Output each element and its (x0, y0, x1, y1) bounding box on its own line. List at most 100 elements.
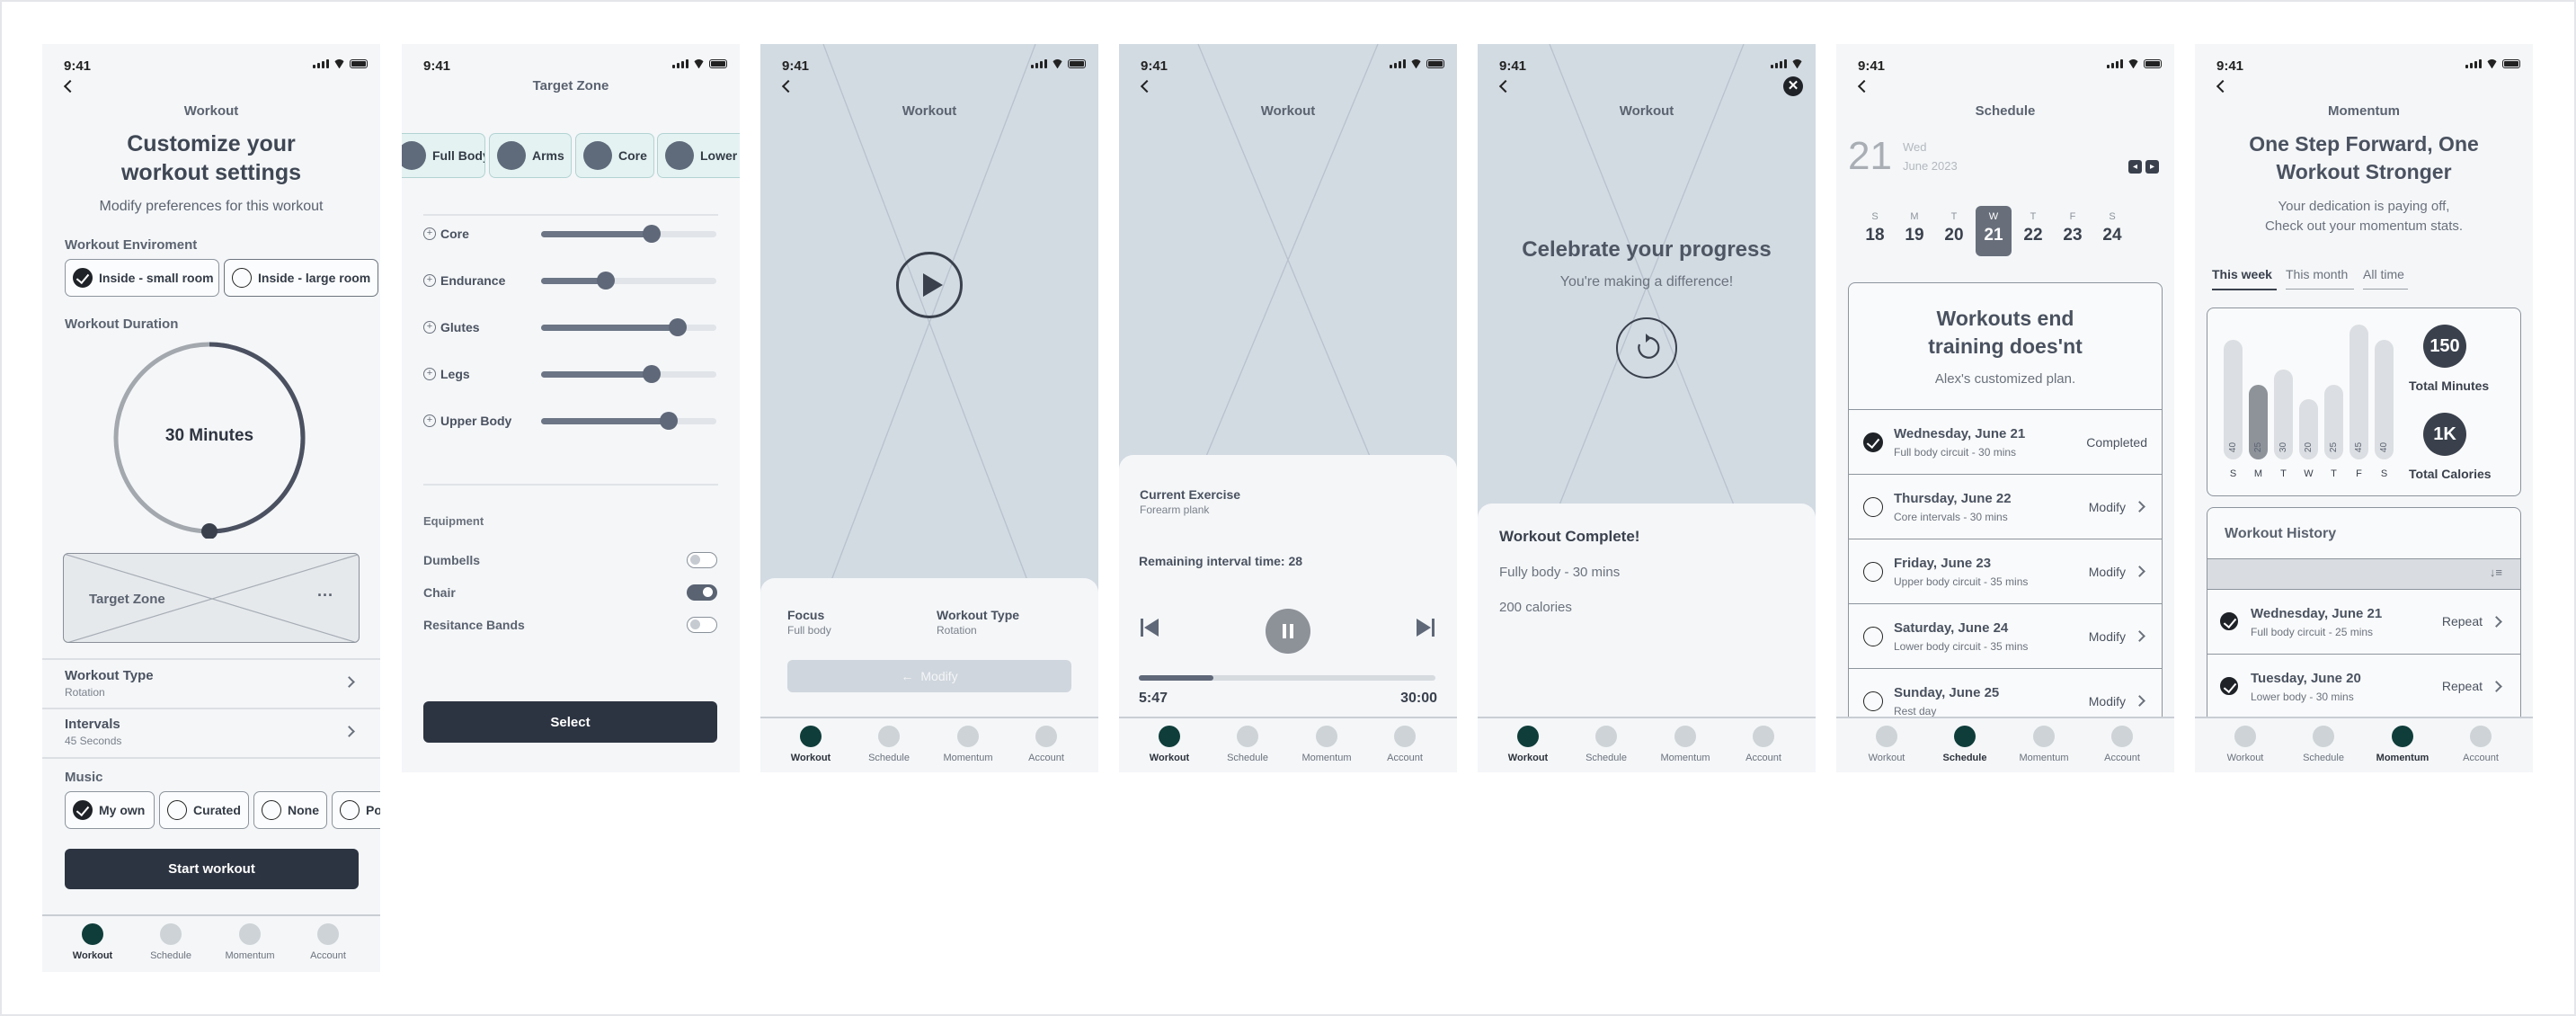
toggle-resitance-bands[interactable] (687, 617, 717, 633)
back-icon[interactable] (63, 79, 77, 94)
env-option-small-room[interactable]: Inside - small room (65, 259, 219, 297)
back-icon[interactable] (2216, 79, 2230, 94)
schedule-item-action[interactable]: Modify (2089, 629, 2126, 644)
week-day-24[interactable]: S 24 (2094, 206, 2130, 256)
music-option-curated[interactable]: Curated (159, 791, 249, 829)
schedule-item-action[interactable]: Modify (2089, 500, 2126, 514)
tab-this-month[interactable]: This month (2286, 267, 2354, 290)
week-day-23[interactable]: F 23 (2055, 206, 2091, 256)
pause-button[interactable] (1266, 609, 1310, 654)
tab-momentum[interactable]: Momentum (1291, 726, 1363, 763)
celebrate-title: Celebrate your progress (1522, 237, 1772, 262)
slider-knob[interactable] (597, 272, 616, 290)
tab-momentum[interactable]: Momentum (1649, 726, 1721, 763)
tab-schedule[interactable]: Schedule (1929, 726, 2001, 763)
tab-account[interactable]: Account (2445, 726, 2517, 763)
tab-schedule[interactable]: Schedule (2287, 726, 2359, 763)
tab-all-time[interactable]: All time (2363, 267, 2408, 290)
slider-core[interactable] (541, 225, 716, 243)
play-button[interactable] (896, 252, 963, 318)
tab-workout[interactable]: Workout (1492, 726, 1564, 763)
zone-chip-full-body[interactable]: Full Body (402, 133, 485, 178)
week-day-21[interactable]: W 21 (1976, 206, 2012, 256)
slider-knob[interactable] (660, 412, 679, 430)
music-option-none[interactable]: None (253, 791, 327, 829)
plus-icon[interactable]: + (423, 321, 436, 334)
progress-bar[interactable] (1139, 675, 1435, 681)
schedule-item[interactable]: Wednesday, June 21 Full body circuit - 30… (1849, 409, 2162, 474)
tab-workout[interactable]: Workout (775, 726, 847, 763)
arrow-left-icon: ← (901, 669, 914, 683)
target-zone-card[interactable]: Target Zone ··· (63, 553, 360, 643)
skip-back-icon[interactable] (1139, 617, 1160, 638)
bottom-nav: Workout Schedule Momentum Account (2195, 717, 2533, 772)
toggle-chair[interactable] (687, 584, 717, 601)
history-item[interactable]: Wednesday, June 21 Full body circuit - 25… (2207, 589, 2520, 654)
schedule-item[interactable]: Saturday, June 24 Lower body circuit - 35… (1849, 603, 2162, 668)
tab-workout[interactable]: Workout (2209, 726, 2281, 763)
repeat-button[interactable]: Repeat (2442, 614, 2483, 628)
close-icon[interactable]: ✕ (1783, 76, 1803, 96)
repeat-button[interactable]: Repeat (2442, 679, 2483, 693)
tab-this-week[interactable]: This week (2212, 267, 2277, 290)
tab-schedule[interactable]: Schedule (1212, 726, 1284, 763)
tab-account[interactable]: Account (2086, 726, 2158, 763)
week-day-20[interactable]: T 20 (1936, 206, 1972, 256)
tab-account[interactable]: Account (1010, 726, 1082, 763)
slider-knob[interactable] (669, 318, 688, 336)
intervals-row[interactable]: Intervals 45 Seconds (42, 709, 380, 757)
sort-icon[interactable]: ↓≡ (2490, 566, 2502, 579)
zone-chip-lower-body[interactable]: Lower b (657, 133, 740, 178)
tab-momentum[interactable]: Momentum (214, 923, 286, 961)
tab-workout[interactable]: Workout (1133, 726, 1205, 763)
slider-knob[interactable] (642, 225, 661, 243)
history-item[interactable]: Tuesday, June 20 Lower body - 30 mins Repe… (2207, 654, 2520, 718)
prev-week-icon[interactable]: ◂ (2128, 160, 2142, 174)
tab-workout[interactable]: Workout (1851, 726, 1923, 763)
start-workout-button[interactable]: Start workout (65, 849, 359, 889)
workout-type-row[interactable]: Workout Type Rotation (42, 660, 380, 708)
week-day-19[interactable]: M 19 (1896, 206, 1932, 256)
tab-account[interactable]: Account (292, 923, 364, 961)
music-option-my-own[interactable]: My own (65, 791, 155, 829)
toggle-dumbells[interactable] (687, 552, 717, 568)
tab-schedule[interactable]: Schedule (1570, 726, 1642, 763)
plus-icon[interactable]: + (423, 274, 436, 287)
tab-momentum[interactable]: Momentum (2008, 726, 2080, 763)
select-button[interactable]: Select (423, 701, 717, 743)
tab-momentum[interactable]: Momentum (2367, 726, 2438, 763)
slider-knob[interactable] (642, 365, 661, 383)
tab-workout[interactable]: Workout (57, 923, 129, 961)
schedule-item[interactable]: Thursday, June 22 Core intervals - 30 min… (1849, 474, 2162, 539)
tab-account[interactable]: Account (1728, 726, 1799, 763)
plus-icon[interactable]: + (423, 227, 436, 240)
back-icon[interactable] (1857, 79, 1871, 94)
more-icon[interactable]: ··· (317, 586, 333, 605)
schedule-item-action[interactable]: Modify (2089, 694, 2126, 709)
zone-chip-arms[interactable]: Arms (489, 133, 572, 178)
modify-button[interactable]: ← Modify (787, 660, 1071, 692)
next-week-icon[interactable]: ▸ (2145, 160, 2159, 174)
tab-momentum[interactable]: Momentum (932, 726, 1004, 763)
toggle-knob (690, 555, 700, 565)
plus-icon[interactable]: + (423, 414, 436, 427)
skip-forward-icon[interactable] (1415, 617, 1436, 638)
slider-endurance[interactable] (541, 272, 716, 290)
env-option-large-room[interactable]: Inside - large room (224, 259, 378, 297)
tab-schedule[interactable]: Schedule (135, 923, 207, 961)
week-day-22[interactable]: T 22 (2015, 206, 2051, 256)
screen-workout-active: 9:41 Workout Current Exercise Forearm pl… (1119, 44, 1457, 772)
zone-chip-core[interactable]: Core (575, 133, 654, 178)
slider-glutes[interactable] (541, 318, 716, 336)
schedule-item-action[interactable]: Modify (2089, 565, 2126, 579)
schedule-item[interactable]: Friday, June 23 Upper body circuit - 35 m… (1849, 539, 2162, 603)
tab-schedule[interactable]: Schedule (853, 726, 925, 763)
week-day-18[interactable]: S 18 (1857, 206, 1893, 256)
chevron-right-icon (343, 726, 355, 737)
slider-upper-body[interactable] (541, 412, 716, 430)
plus-icon[interactable]: + (423, 368, 436, 380)
music-option-pop[interactable]: Pop (332, 791, 380, 829)
tab-account[interactable]: Account (1369, 726, 1441, 763)
replay-button[interactable] (1616, 317, 1677, 379)
slider-legs[interactable] (541, 365, 716, 383)
